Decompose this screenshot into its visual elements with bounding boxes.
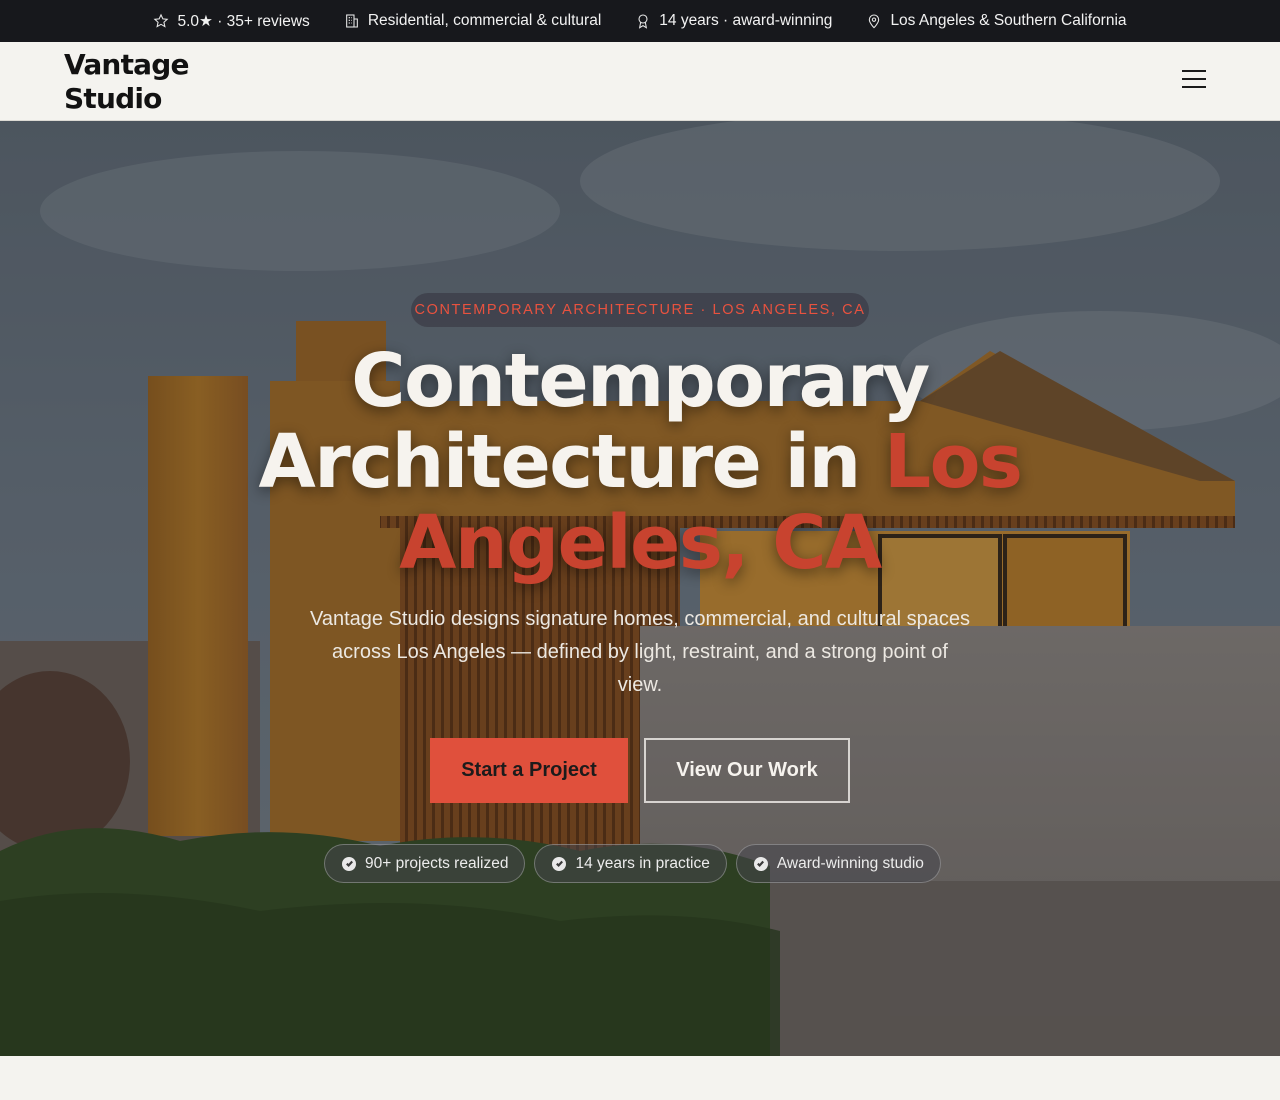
badge-projects-text: 90+ projects realized — [365, 854, 509, 872]
star-icon — [154, 13, 169, 28]
logo-line-1: Vantage — [64, 48, 189, 81]
view-work-button[interactable]: View Our Work — [644, 738, 850, 803]
reviews-text: 5.0★ · 35+ reviews — [177, 12, 310, 30]
location-text: Los Angeles & Southern California — [890, 12, 1127, 29]
badge-years: 14 years in practice — [534, 844, 727, 883]
headline-accent-2: Angeles, CA — [399, 500, 882, 586]
hero-eyebrow-tag: CONTEMPORARY ARCHITECTURE · LOS ANGELES,… — [411, 293, 869, 327]
badge-years-text: 14 years in practice — [575, 854, 710, 872]
logo[interactable]: Vantage Studio — [64, 48, 189, 116]
hamburger-menu-icon[interactable] — [1178, 70, 1210, 94]
top-info-bar: 5.0★ · 35+ reviews Residential, commerci… — [0, 0, 1280, 42]
headline-line-2: Architecture in — [258, 419, 884, 505]
hero-description: Vantage Studio designs signature homes, … — [310, 608, 970, 696]
check-circle-icon — [753, 856, 768, 871]
experience-info: 14 years · award-winning — [635, 12, 832, 30]
badge-award: Award-winning studio — [735, 844, 941, 883]
badge-projects: 90+ projects realized — [324, 844, 526, 883]
hero-headline: Contemporary Architecture in Los Angeles… — [190, 341, 1090, 584]
building-icon — [345, 14, 358, 28]
experience-text: 14 years · award-winning — [659, 12, 833, 29]
headline-accent-1: Los — [883, 419, 1023, 505]
check-circle-icon — [552, 856, 567, 871]
trust-badges: 90+ projects realized 14 years in practi… — [324, 844, 964, 884]
logo-line-2: Studio — [64, 82, 162, 115]
services-text: Residential, commercial & cultural — [367, 12, 602, 29]
badge-award-text: Award-winning studio — [776, 854, 924, 872]
award-icon — [638, 14, 648, 29]
headline-line-1: Contemporary — [351, 338, 930, 424]
reviews-info: 5.0★ · 35+ reviews — [153, 12, 310, 31]
next-section — [0, 1056, 1280, 1100]
map-pin-icon — [869, 14, 880, 29]
check-circle-icon — [342, 856, 356, 871]
services-info: Residential, commercial & cultural — [344, 12, 601, 30]
hero-overlay — [0, 121, 1280, 1056]
start-project-button[interactable]: Start a Project — [430, 738, 628, 803]
hero-section: CONTEMPORARY ARCHITECTURE · LOS ANGELES,… — [0, 121, 1280, 1056]
location-info: Los Angeles & Southern California — [866, 12, 1127, 30]
site-header: Vantage Studio — [0, 42, 1280, 121]
